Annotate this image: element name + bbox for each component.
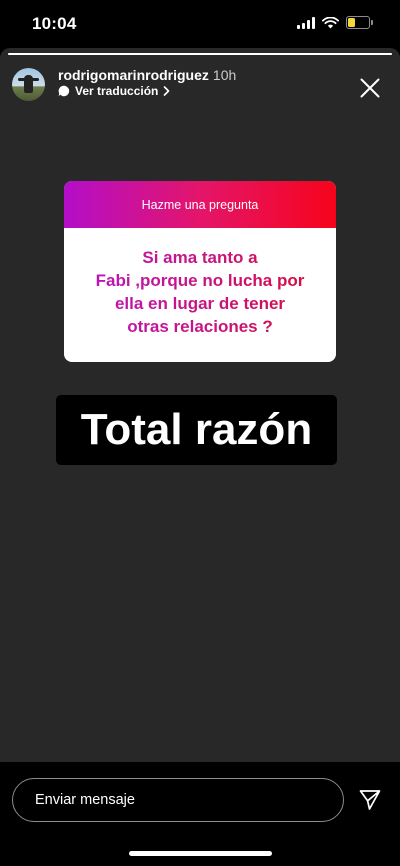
question-sticker-title: Hazme una pregunta	[141, 197, 259, 212]
story-progress-fill	[8, 53, 392, 55]
message-input[interactable]	[12, 778, 344, 822]
story-progress-bar	[8, 53, 392, 55]
battery-icon	[346, 16, 373, 29]
question-sticker: Hazme una pregunta Si ama tanto a Fabi ,…	[64, 181, 336, 362]
story-time-ago: 10h	[212, 67, 237, 83]
speech-bubble-icon	[58, 85, 70, 97]
close-icon	[360, 78, 380, 98]
translate-label[interactable]: Ver traducción	[75, 84, 158, 98]
story-viewer[interactable]: rodrigomarinrodriguez 10h Ver traducción …	[0, 48, 400, 762]
send-icon[interactable]	[358, 788, 382, 812]
translate-link[interactable]: Ver traducción	[58, 84, 170, 98]
question-text: Si ama tanto a Fabi ,porque no lucha por…	[64, 228, 336, 338]
story-caption: Total razón	[56, 395, 337, 465]
signal-icon	[297, 16, 315, 29]
question-sticker-header: Hazme una pregunta	[64, 181, 336, 228]
avatar[interactable]	[12, 68, 45, 101]
wifi-icon	[322, 16, 339, 28]
status-bar: 10:04	[0, 0, 400, 48]
status-icons	[297, 16, 373, 29]
status-time: 10:04	[32, 14, 77, 33]
close-button[interactable]	[350, 68, 390, 108]
chevron-right-icon	[164, 86, 170, 96]
story-author[interactable]: rodrigomarinrodriguez 10h	[58, 67, 236, 83]
username[interactable]: rodrigomarinrodriguez	[58, 67, 209, 83]
reply-bar	[0, 762, 400, 866]
home-indicator[interactable]	[129, 851, 272, 856]
